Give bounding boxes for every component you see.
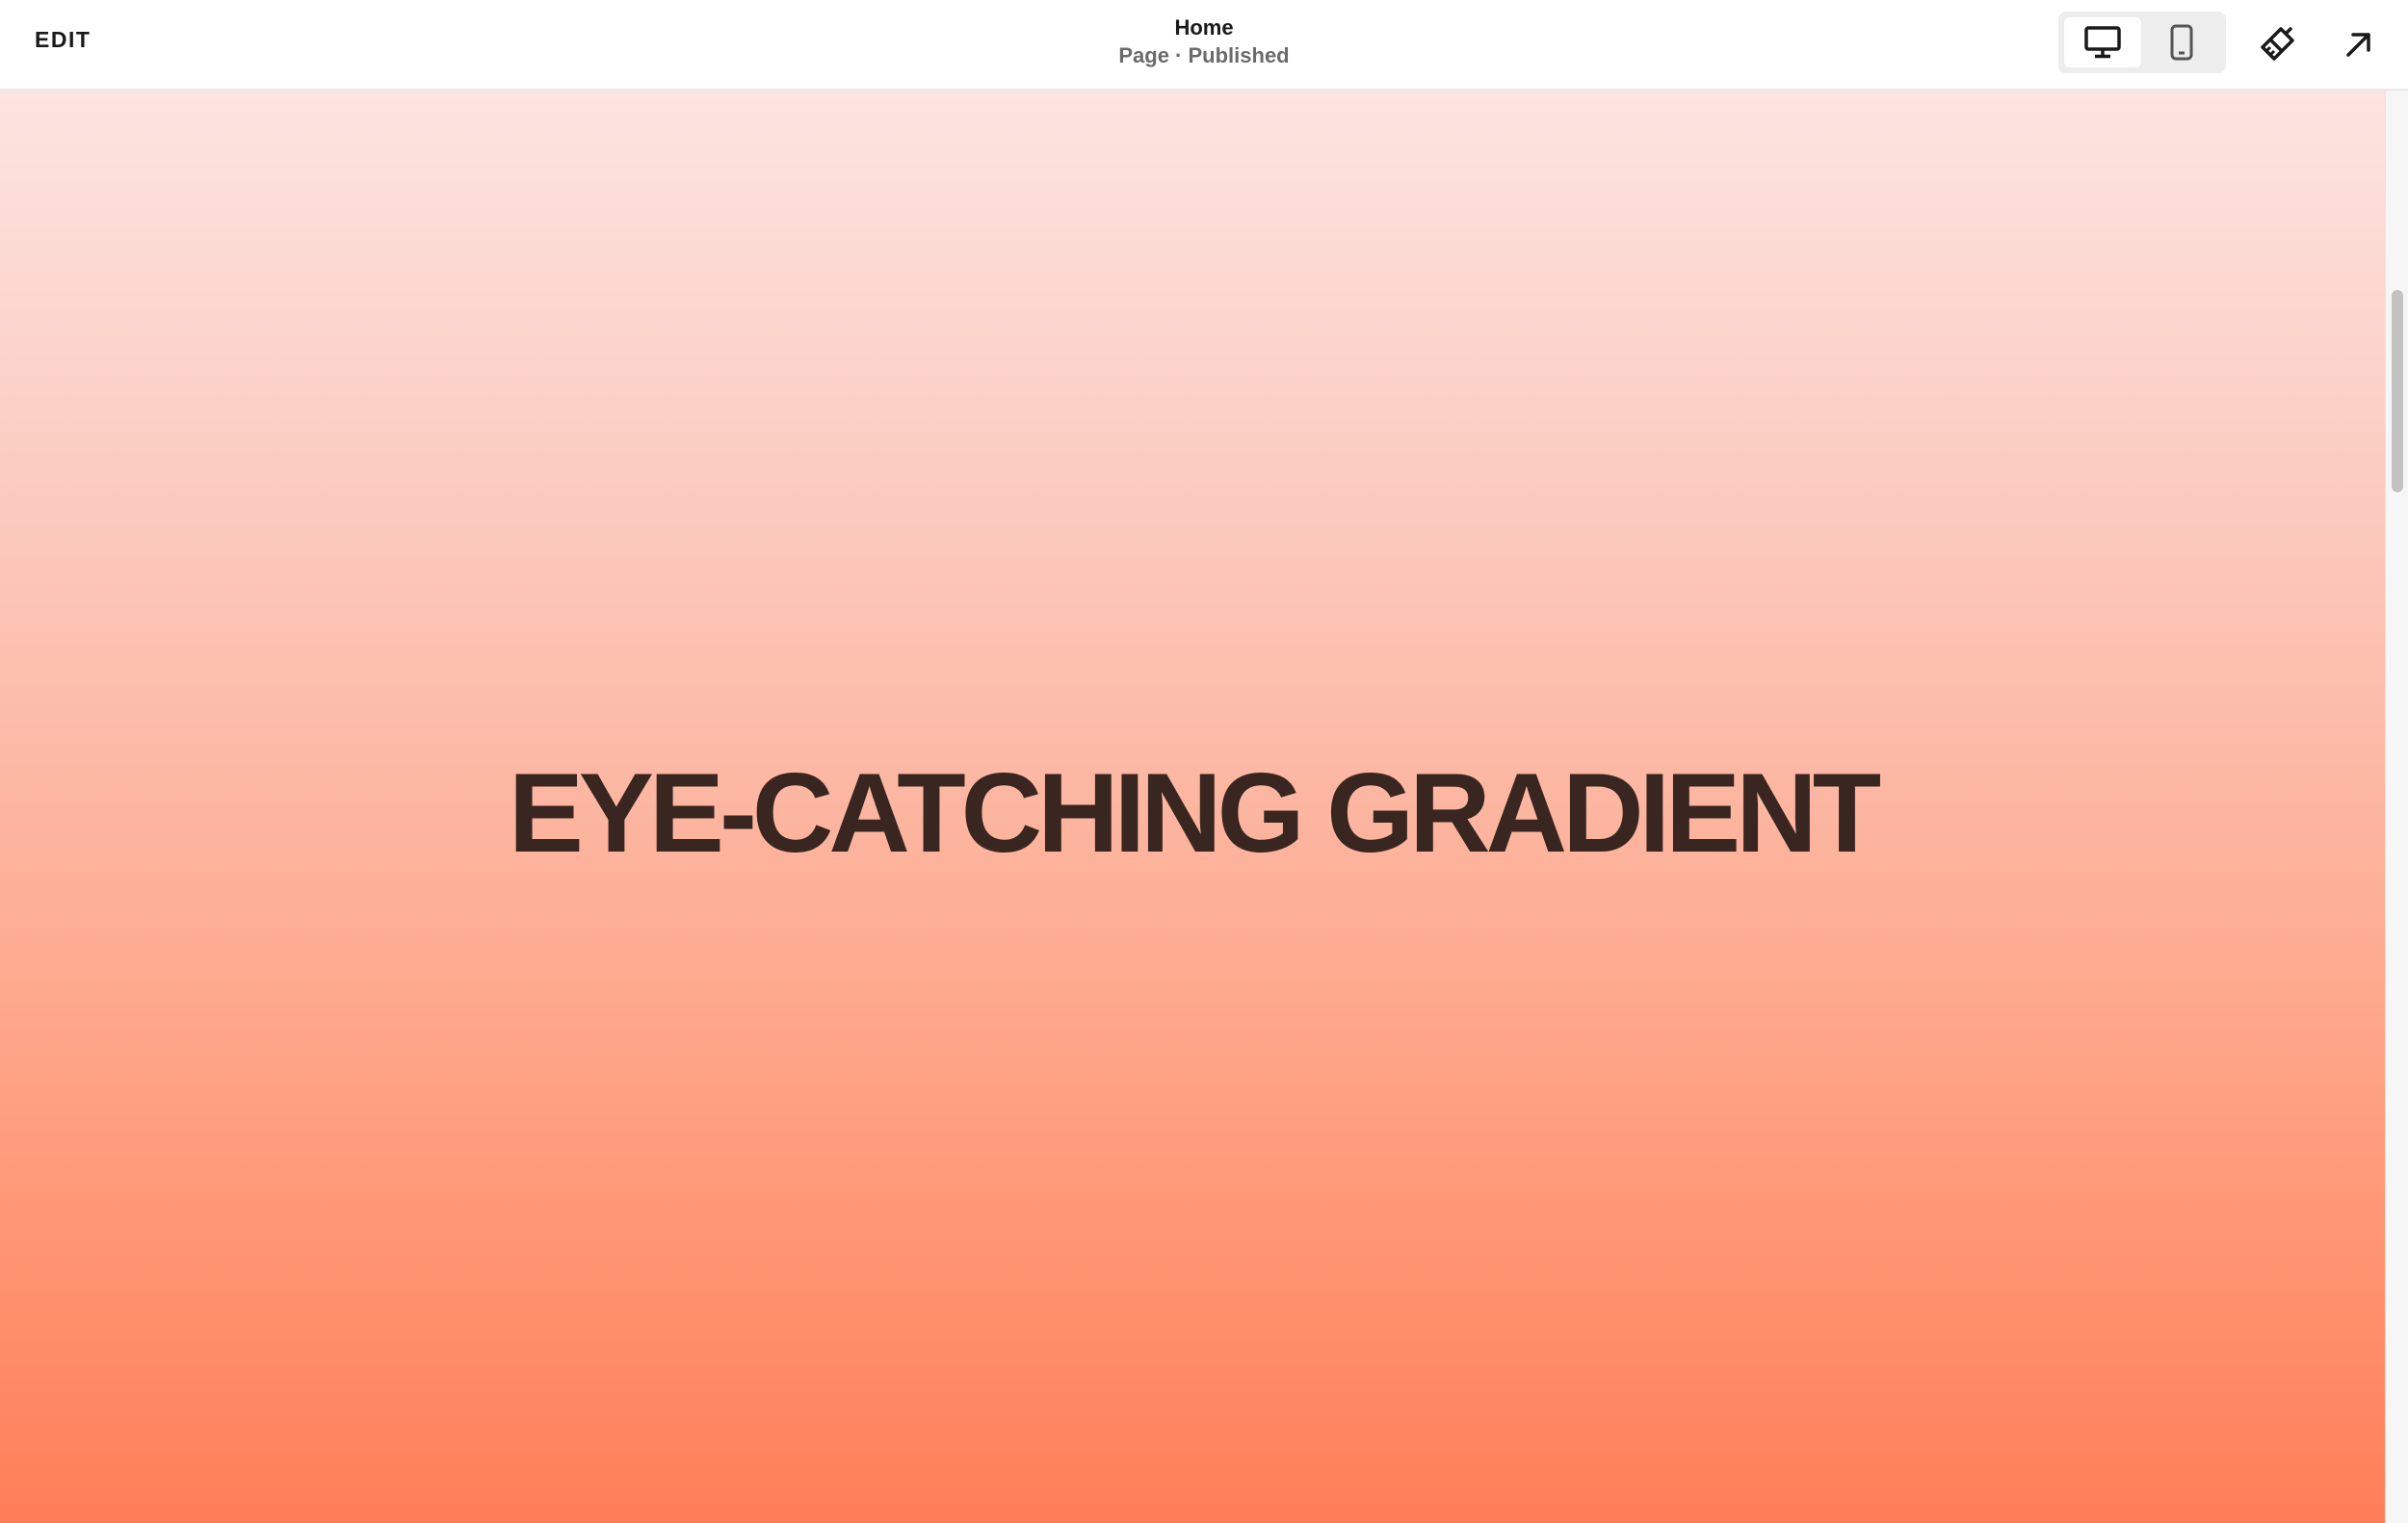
editor-toolbar: EDIT Home Page · Published bbox=[0, 0, 2408, 91]
arrow-up-right-icon bbox=[2346, 33, 2370, 57]
page-name: Home bbox=[1174, 15, 1234, 39]
page-status: Page · Published bbox=[1118, 43, 1290, 67]
scrollbar-thumb[interactable] bbox=[2392, 290, 2403, 492]
mobile-phone-icon bbox=[2170, 24, 2193, 61]
desktop-view-button[interactable] bbox=[2064, 17, 2141, 67]
edit-button[interactable]: EDIT bbox=[35, 27, 91, 53]
exit-editor-button[interactable] bbox=[2332, 17, 2386, 71]
page-info: Home Page · Published bbox=[0, 13, 2408, 69]
mobile-view-button[interactable] bbox=[2143, 17, 2220, 67]
hero-heading[interactable]: EYE-CATCHING GRADIENT bbox=[0, 746, 2385, 880]
canvas-scrollbar[interactable] bbox=[2385, 91, 2408, 1523]
desktop-monitor-icon bbox=[2084, 26, 2121, 59]
paintbrush-icon bbox=[2261, 27, 2294, 61]
device-view-toggle bbox=[2058, 12, 2226, 73]
page-canvas[interactable]: EYE-CATCHING GRADIENT bbox=[0, 91, 2385, 1523]
site-styles-button[interactable] bbox=[2250, 17, 2304, 71]
